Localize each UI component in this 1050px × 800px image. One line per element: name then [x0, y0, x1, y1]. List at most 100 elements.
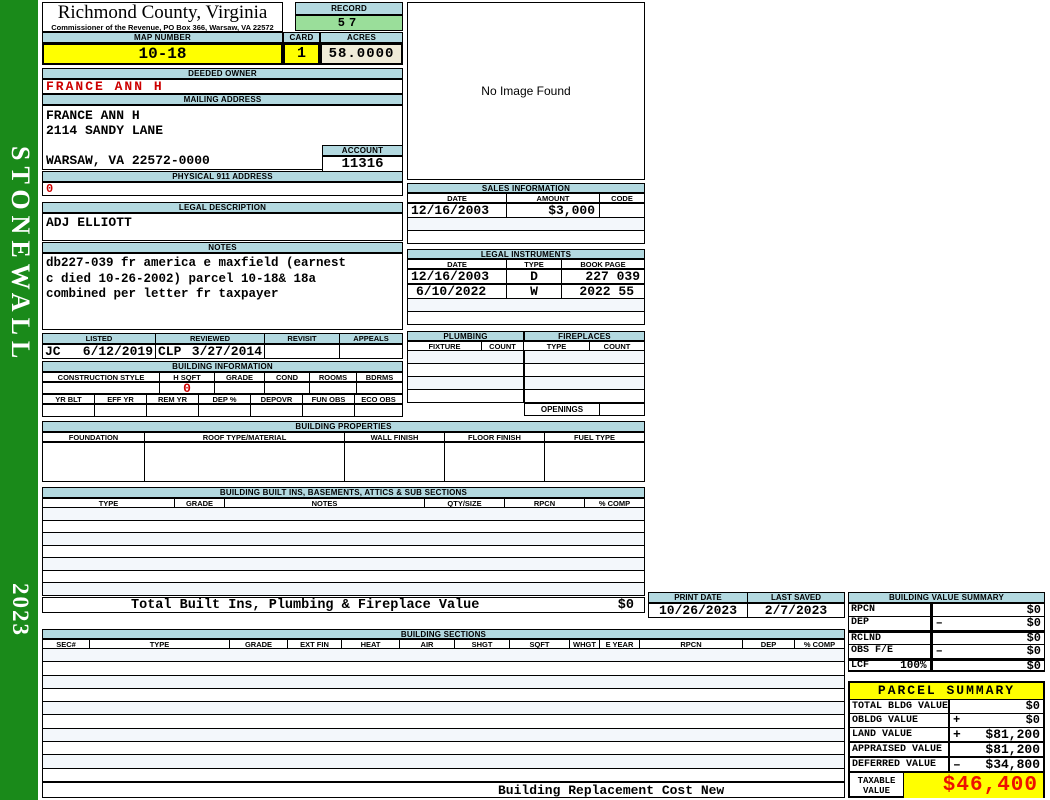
parcel-row-value: – $34,800 [950, 758, 1043, 773]
legal-instrument-row: 6/10/2022 W 2022 55 [407, 284, 645, 299]
table-row [525, 351, 644, 364]
bvs-row-label: LCF 100% [849, 659, 931, 672]
eco-obs-value[interactable] [355, 404, 403, 417]
bs-sec-header: SEC# [42, 639, 90, 649]
foundation-value[interactable] [42, 442, 145, 482]
table-row [43, 558, 644, 571]
li-date[interactable]: 12/16/2003 [407, 269, 507, 284]
sales-row: 12/16/2003 $3,000 [407, 203, 645, 218]
county-title: Richmond County, Virginia [57, 2, 268, 23]
li-date[interactable]: 6/10/2022 [407, 284, 507, 299]
sales-information-title: SALES INFORMATION [407, 183, 645, 193]
taxable-value-label: TAXABLE VALUE [850, 773, 904, 798]
fuel-type-header: FUEL TYPE [545, 432, 645, 442]
table-row [43, 755, 844, 769]
table-row [43, 649, 844, 663]
plumbing-title: PLUMBING [407, 331, 524, 341]
grade-value[interactable] [215, 382, 265, 394]
building-value-summary-title: BUILDING VALUE SUMMARY [848, 592, 1045, 603]
table-row [43, 742, 844, 756]
parcel-row-label: LAND VALUE [850, 728, 950, 743]
table-row [43, 702, 844, 716]
sales-amount-header: AMOUNT [507, 193, 600, 203]
notes-label: NOTES [42, 242, 403, 253]
last-saved-value: 2/7/2023 [748, 603, 845, 618]
floor-finish-header: FLOOR FINISH [445, 432, 545, 442]
li-type[interactable]: D [507, 269, 562, 284]
construction-style-value[interactable] [42, 382, 160, 394]
rooms-value[interactable] [310, 382, 357, 394]
cond-header: COND [265, 372, 310, 382]
bdrms-value[interactable] [357, 382, 403, 394]
eff-yr-value[interactable] [95, 404, 147, 417]
fireplaces-blank-rows [524, 351, 645, 403]
rooms-header: ROOMS [310, 372, 357, 382]
table-row [408, 390, 523, 402]
map-number-value[interactable]: 10-18 [42, 43, 283, 65]
sales-code-header: CODE [600, 193, 645, 203]
appeals-value[interactable] [340, 344, 403, 359]
table-row [408, 299, 644, 312]
rem-yr-value[interactable] [147, 404, 199, 417]
legal-description-value[interactable]: ADJ ELLIOTT [42, 213, 403, 241]
account-value[interactable]: 11316 [322, 156, 403, 172]
bs-air-header: AIR [400, 639, 455, 649]
sale-code[interactable] [600, 203, 645, 218]
bvs-amount: $0 [1026, 644, 1041, 658]
built-ins-total-value: $0 [617, 597, 634, 613]
property-image-box: No Image Found [407, 2, 645, 180]
notes-value[interactable]: db227-039 fr america e maxfield (earnest… [42, 253, 403, 330]
deeded-owner-value[interactable]: FRANCE ANN H [42, 79, 403, 94]
building-info-value-1: 0 [42, 381, 403, 396]
revisit-value[interactable] [265, 344, 340, 359]
built-ins-title: BUILDING BUILT INS, BASEMENTS, ATTICS & … [42, 487, 645, 498]
built-ins-total-label: Total Built Ins, Plumbing & Fireplace Va… [131, 597, 480, 613]
bs-dep-header: DEP [743, 639, 795, 649]
sale-amount[interactable]: $3,000 [507, 203, 600, 218]
roof-value[interactable] [145, 442, 345, 482]
bvs-op: – [935, 616, 943, 630]
table-row [43, 662, 844, 676]
legal-instruments-header-row: DATE TYPE BOOK PAGE [407, 259, 645, 269]
hsqft-value[interactable]: 0 [160, 381, 215, 396]
legal-instruments-title: LEGAL INSTRUMENTS [407, 249, 645, 259]
sales-date-header: DATE [407, 193, 507, 203]
taxable-label-line1: TAXABLE [857, 775, 896, 786]
bvs-row-label: OBS F/E [849, 645, 931, 659]
physical-911-value[interactable]: 0 [42, 182, 403, 196]
depovr-value[interactable] [251, 404, 303, 417]
floor-finish-value[interactable] [445, 442, 545, 482]
parcel-op: – [953, 757, 961, 772]
record-value[interactable]: 57 [295, 15, 403, 31]
openings-value[interactable] [600, 403, 645, 416]
depovr-header: DEPOVR [251, 394, 303, 404]
table-row [43, 570, 644, 584]
wall-finish-value[interactable] [345, 442, 445, 482]
bs-eyear-header: E YEAR [600, 639, 640, 649]
sale-date[interactable]: 12/16/2003 [407, 203, 507, 218]
fun-obs-value[interactable] [303, 404, 355, 417]
yr-blt-value[interactable] [42, 404, 95, 417]
parcel-op: + [953, 727, 961, 742]
acres-value[interactable]: 58.0000 [320, 43, 403, 65]
cond-value[interactable] [265, 382, 310, 394]
reviewed-value[interactable]: CLP 3/27/2014 [156, 344, 265, 359]
dep-pct-value[interactable] [199, 404, 251, 417]
bvs-amount: $0 [1026, 631, 1041, 645]
map-number-label: MAP NUMBER [42, 32, 283, 43]
parcel-row-label: DEFERRED VALUE [850, 758, 950, 773]
li-bookpage[interactable]: 227 039 [562, 269, 645, 284]
table-row [408, 312, 644, 324]
table-row [43, 768, 844, 781]
parcel-amount: $34,800 [985, 757, 1040, 772]
listed-by: JC [45, 344, 61, 359]
card-label: CARD [283, 32, 320, 43]
fuel-type-value[interactable] [545, 442, 645, 482]
listed-value[interactable]: JC 6/12/2019 [42, 344, 156, 359]
li-type[interactable]: W [507, 284, 562, 299]
table-row [43, 520, 644, 534]
card-value[interactable]: 1 [283, 43, 320, 65]
listed-header: LISTED [42, 333, 156, 344]
table-row [43, 583, 644, 596]
li-bookpage[interactable]: 2022 55 [562, 284, 645, 299]
